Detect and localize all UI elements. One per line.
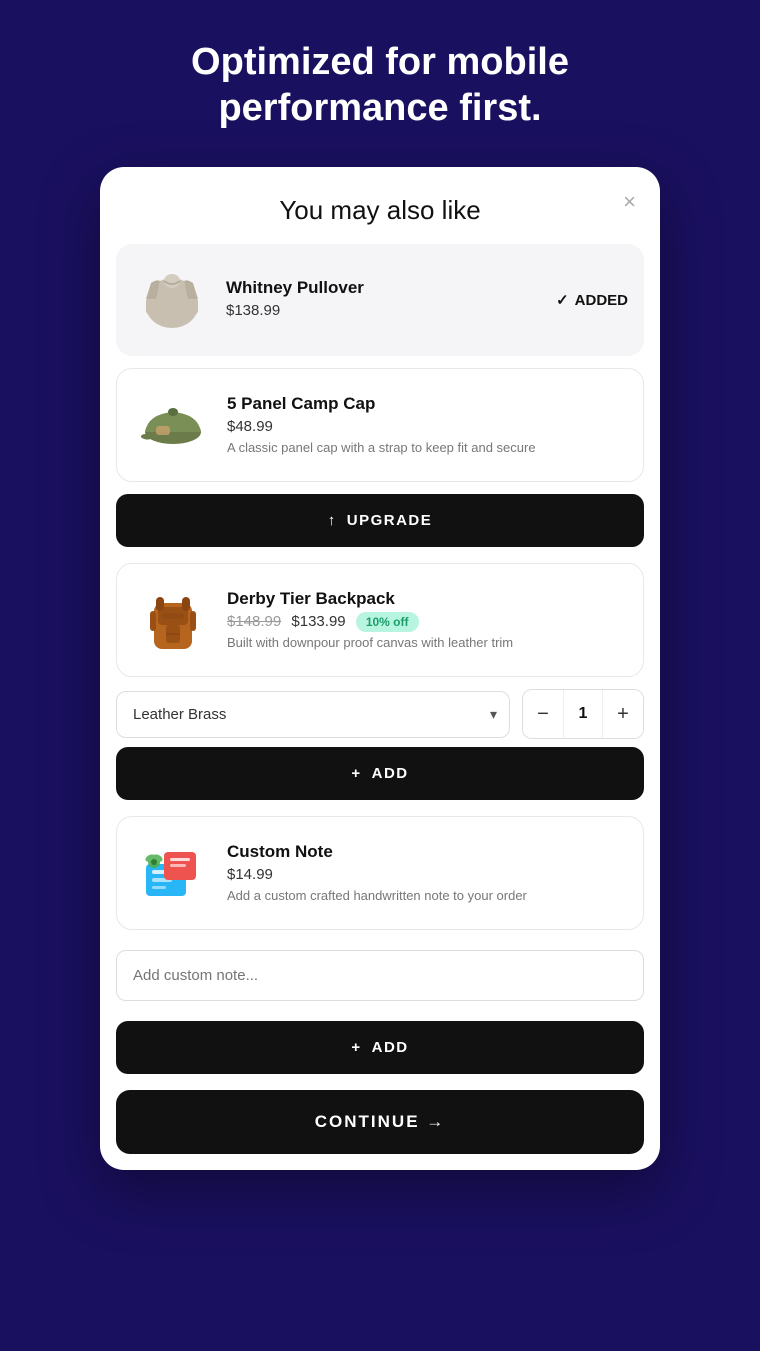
modal-title: You may also like (279, 195, 480, 225)
backpack-desc: Built with downpour proof canvas with le… (227, 634, 627, 652)
continue-label: CONTINUE → (315, 1112, 446, 1132)
backpack-old-price: $148.99 (227, 613, 281, 630)
modal-card: You may also like × Whitney Pullover $13… (100, 167, 660, 1170)
variant-row: Leather Brass Black Cordura Navy Canvas … (116, 689, 644, 739)
product-item-whitney: Whitney Pullover $138.99 ✓ ADDED (116, 244, 644, 356)
note-icon (134, 834, 212, 912)
quantity-controls: − 1 + (522, 689, 644, 739)
product-item-cap: 5 Panel Camp Cap $48.99 A classic panel … (116, 368, 644, 482)
variant-select[interactable]: Leather Brass Black Cordura Navy Canvas (117, 692, 509, 737)
product-item-backpack: Derby Tier Backpack $148.99 $133.99 10% … (116, 563, 644, 677)
note-info: Custom Note $14.99 Add a custom crafted … (227, 842, 627, 905)
custom-note-input[interactable] (116, 950, 644, 1001)
quantity-decrease-button[interactable]: − (523, 690, 563, 738)
note-image (133, 833, 213, 913)
quantity-value: 1 (563, 690, 603, 738)
product-item-note: Custom Note $14.99 Add a custom crafted … (116, 816, 644, 930)
cap-info: 5 Panel Camp Cap $48.99 A classic panel … (227, 394, 627, 457)
modal-header: You may also like × (100, 167, 660, 244)
page-headline: Optimized for mobile performance first. (191, 40, 569, 131)
whitney-info: Whitney Pullover $138.99 (226, 278, 542, 323)
note-price: $14.99 (227, 866, 627, 883)
note-name: Custom Note (227, 842, 627, 862)
upgrade-button[interactable]: ↑ UPGRADE (116, 494, 644, 547)
upgrade-icon: ↑ (328, 512, 337, 529)
check-icon: ✓ (556, 291, 569, 309)
note-add-icon: + (351, 1039, 361, 1056)
backpack-icon (134, 581, 212, 659)
backpack-info: Derby Tier Backpack $148.99 $133.99 10% … (227, 589, 627, 652)
backpack-price: $148.99 $133.99 10% off (227, 613, 627, 630)
close-button[interactable]: × (623, 191, 636, 213)
backpack-add-button[interactable]: + ADD (116, 747, 644, 800)
quantity-increase-button[interactable]: + (603, 690, 643, 738)
note-add-label: ADD (372, 1039, 409, 1056)
note-add-button[interactable]: + ADD (116, 1021, 644, 1074)
cap-image (133, 385, 213, 465)
whitney-price: $138.99 (226, 302, 542, 319)
sweater-icon (133, 261, 211, 339)
cap-price: $48.99 (227, 418, 627, 435)
backpack-image (133, 580, 213, 660)
note-desc: Add a custom crafted handwritten note to… (227, 887, 627, 905)
cap-icon (134, 386, 212, 464)
variant-select-wrapper: Leather Brass Black Cordura Navy Canvas … (116, 691, 510, 738)
backpack-current-price: $133.99 (291, 613, 345, 630)
whitney-name: Whitney Pullover (226, 278, 542, 298)
continue-button[interactable]: CONTINUE → (116, 1090, 644, 1154)
backpack-name: Derby Tier Backpack (227, 589, 627, 609)
upgrade-label: UPGRADE (347, 512, 433, 529)
cap-desc: A classic panel cap with a strap to keep… (227, 439, 627, 457)
discount-badge: 10% off (356, 612, 419, 632)
add-icon: + (351, 765, 361, 782)
add-label: ADD (372, 765, 409, 782)
cap-name: 5 Panel Camp Cap (227, 394, 627, 414)
whitney-image (132, 260, 212, 340)
added-badge: ✓ ADDED (556, 291, 628, 309)
